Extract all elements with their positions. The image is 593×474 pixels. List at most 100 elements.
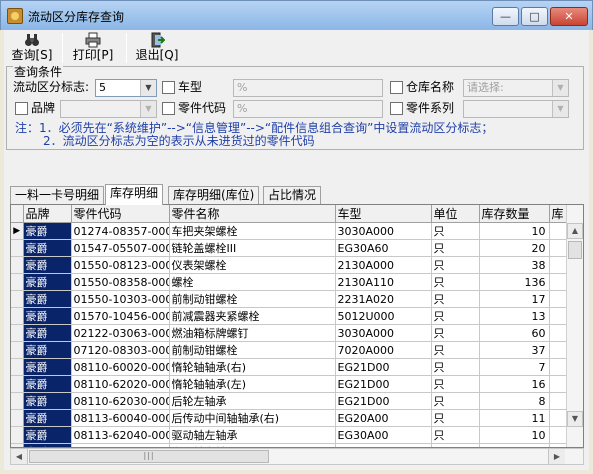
cell-brand[interactable]: 豪爵 [23,273,72,291]
cell-unit[interactable]: 只 [431,307,480,325]
table-row[interactable]: 豪爵 08113-62040-000 驱动轴左轴承 EG30A00 只 10 [11,426,567,444]
table-row[interactable]: 豪爵 08113-60040-000 后传动中间轴轴承(右) EG20A00 只 11 [11,409,567,427]
part-series-select[interactable]: ▼ [463,100,569,118]
cell-brand[interactable]: 豪爵 [23,392,72,410]
cell-part-code[interactable]: 08113-60040-000 [71,409,170,427]
cell-stock-qty[interactable]: 11 [479,409,550,427]
cell-location[interactable] [549,273,567,291]
cell-stock-qty[interactable]: 17 [479,290,550,308]
table-row[interactable]: 豪爵 08110-62030-000 后轮左轴承 EG21D00 只 8 [11,392,567,410]
cell-part-code[interactable]: 01550-08358-000 [71,273,170,291]
flow-flag-select[interactable]: 5 ▼ [95,79,157,97]
table-row[interactable]: 豪爵 01547-05507-000 链轮盖螺栓III EG30A60 只 20 [11,239,567,257]
cell-part-name[interactable]: 前制动钳螺栓 [169,290,336,308]
query-button[interactable]: 查询[S] [10,32,54,64]
cell-model[interactable]: 2231A020 [335,290,432,308]
row-indicator[interactable] [11,409,24,427]
cell-part-code[interactable]: 08110-62030-000 [71,392,170,410]
cell-location[interactable] [549,290,567,308]
cell-unit[interactable]: 只 [431,324,480,342]
cell-part-name[interactable]: 螺栓 [169,273,336,291]
scroll-down-icon[interactable]: ▼ [567,411,583,427]
cell-location[interactable] [549,392,567,410]
table-row[interactable]: 豪爵 02122-03063-000 燃油箱标牌螺钉 3030A000 只 60 [11,324,567,342]
cell-part-code[interactable]: 08110-62020-000 [71,375,170,393]
row-indicator[interactable] [11,426,24,444]
row-indicator[interactable] [11,307,24,325]
column-header-model[interactable]: 车型 [335,205,432,223]
cell-part-code[interactable]: 08110-60020-000 [71,358,170,376]
cell-brand[interactable]: 豪爵 [23,375,72,393]
cell-model[interactable]: 5012U000 [335,307,432,325]
cell-unit[interactable]: 只 [431,392,480,410]
cell-part-code[interactable]: 01274-08357-000 [71,222,170,240]
cell-model[interactable]: EG21D00 [335,358,432,376]
cell-part-code[interactable]: 01550-08123-000 [71,256,170,274]
cell-model[interactable]: EG30A00 [335,426,432,444]
cell-brand[interactable]: 豪爵 [23,341,72,359]
cell-part-name[interactable]: 驱动轴左轴承 [169,426,336,444]
cell-model[interactable]: 3030A000 [335,324,432,342]
minimize-button[interactable]: — [492,7,519,26]
table-row[interactable]: 豪爵 08110-60020-000 惰轮轴轴承(右) EG21D00 只 7 [11,358,567,376]
row-indicator[interactable] [11,324,24,342]
cell-part-name[interactable]: 车把夹架螺栓 [169,222,336,240]
cell-model[interactable]: EG30A60 [335,239,432,257]
cell-part-code[interactable]: 01550-10303-000 [71,290,170,308]
cell-location[interactable] [549,256,567,274]
cell-stock-qty[interactable]: 7 [479,358,550,376]
table-row[interactable]: 豪爵 01550-08358-000 螺栓 2130A110 只 136 [11,273,567,291]
cell-unit[interactable]: 只 [431,426,480,444]
tab-card-detail[interactable]: 一料一卡号明细 [10,186,105,204]
cell-location[interactable] [549,409,567,427]
scroll-right-icon[interactable]: ▶ [548,449,565,464]
table-row[interactable]: 豪爵 07120-08303-000 前制动钳螺栓 7020A000 只 37 [11,341,567,359]
cell-model[interactable]: 2130A000 [335,256,432,274]
cell-stock-qty[interactable]: 38 [479,256,550,274]
part-series-checkbox[interactable] [390,102,403,115]
cell-part-name[interactable]: 燃油箱标牌螺钉 [169,324,336,342]
close-button[interactable]: ✕ [550,7,588,26]
warehouse-checkbox[interactable] [390,81,403,94]
cell-brand[interactable]: 豪爵 [23,358,72,376]
cell-part-name[interactable]: 后传动中间轴轴承(右) [169,409,336,427]
cell-brand[interactable]: 豪爵 [23,324,72,342]
cell-part-code[interactable]: 01570-10456-000 [71,307,170,325]
row-indicator[interactable] [11,256,24,274]
row-indicator[interactable] [11,341,24,359]
cell-brand[interactable]: 豪爵 [23,290,72,308]
cell-location[interactable] [549,307,567,325]
cell-part-name[interactable]: 后轮左轴承 [169,392,336,410]
cell-part-name[interactable]: 前减震器夹紧螺栓 [169,307,336,325]
table-row[interactable]: 豪爵 01550-08123-000 仪表架螺栓 2130A000 只 38 [11,256,567,274]
cell-unit[interactable]: 只 [431,273,480,291]
cell-part-name[interactable]: 惰轮轴轴承(右) [169,358,336,376]
brand-select[interactable]: ▼ [60,100,157,118]
row-indicator[interactable] [11,239,24,257]
maximize-button[interactable]: □ [521,7,548,26]
cell-stock-qty[interactable]: 10 [479,222,550,240]
cell-model[interactable]: EG20A00 [335,409,432,427]
cell-unit[interactable]: 只 [431,341,480,359]
cell-model[interactable]: 2130A110 [335,273,432,291]
cell-location[interactable] [549,324,567,342]
scroll-thumb[interactable]: ||| [29,450,269,463]
column-header-unit[interactable]: 单位 [431,205,480,223]
cell-stock-qty[interactable]: 8 [479,392,550,410]
column-header-part-code[interactable]: 零件代码 [71,205,170,223]
row-indicator[interactable] [11,273,24,291]
row-indicator[interactable] [11,358,24,376]
chevron-down-icon[interactable]: ▼ [552,101,568,117]
scroll-up-icon[interactable]: ▲ [567,223,583,239]
cell-stock-qty[interactable]: 20 [479,239,550,257]
cell-unit[interactable]: 只 [431,239,480,257]
current-row-pointer-icon[interactable]: ▶ [11,222,24,240]
scroll-thumb[interactable] [568,241,582,259]
cell-unit[interactable]: 只 [431,222,480,240]
print-button[interactable]: 打印[P] [68,32,118,64]
cell-model[interactable]: EG21D00 [335,392,432,410]
cell-stock-qty[interactable]: 60 [479,324,550,342]
vertical-scrollbar[interactable]: ▲ ▼ [566,205,583,447]
cell-part-name[interactable]: 仪表架螺栓 [169,256,336,274]
cell-part-name[interactable]: 惰轮轴轴承(左) [169,375,336,393]
